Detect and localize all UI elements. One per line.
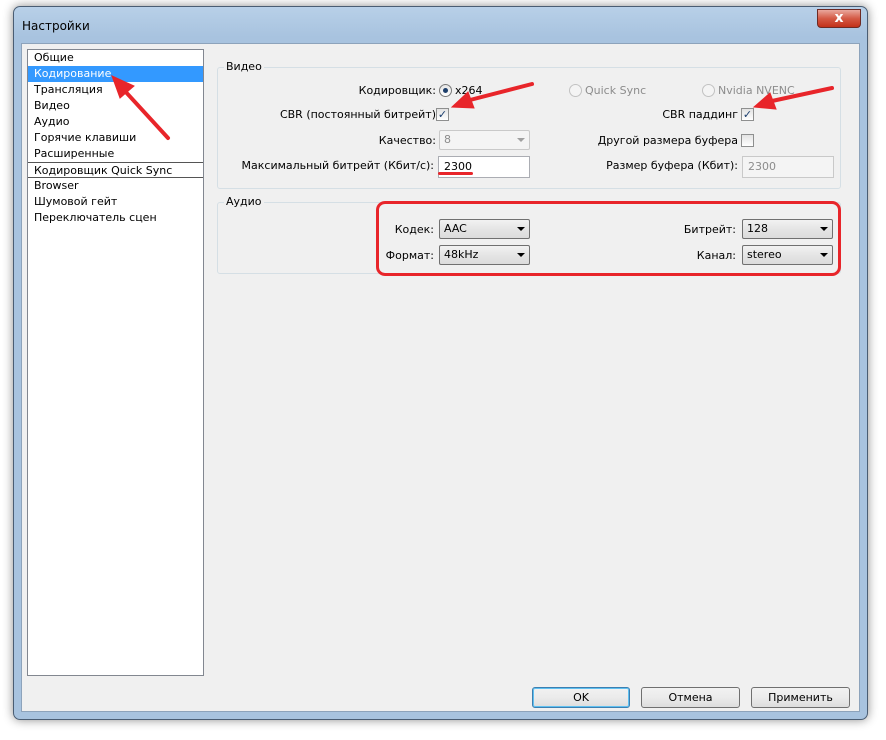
close-button[interactable]: x: [817, 9, 861, 28]
cbr-label: CBR (постоянный битрейт): [279, 108, 436, 121]
sidebar-item-browser[interactable]: Browser: [28, 178, 203, 194]
nvenc-radio-label: Nvidia NVENC: [718, 84, 795, 97]
sidebar-item-advanced[interactable]: Расширенные: [28, 146, 203, 162]
max-bitrate-annotation-underline: [438, 172, 473, 175]
cbr-padding-label: CBR паддинг: [662, 108, 738, 121]
sidebar-item-scene-switcher[interactable]: Переключатель сцен: [28, 210, 203, 226]
audio-annotation-frame: [376, 201, 841, 276]
quick-sync-radio-label: Quick Sync: [585, 84, 647, 97]
sidebar-item-broadcast[interactable]: Трансляция: [28, 82, 203, 98]
custom-buffer-checkbox[interactable]: [741, 134, 754, 147]
sidebar-item-noise-gate[interactable]: Шумовой гейт: [28, 194, 203, 210]
chevron-down-icon: [517, 138, 525, 142]
sidebar-item-encoding[interactable]: Кодирование: [28, 66, 203, 82]
encoder-label: Кодировщик:: [358, 84, 436, 97]
apply-button[interactable]: Применить: [751, 687, 850, 708]
sidebar-item-hotkeys[interactable]: Горячие клавиши: [28, 130, 203, 146]
quality-label: Качество:: [378, 134, 436, 147]
nvenc-radio: [702, 84, 715, 97]
buffer-size-input: 2300: [742, 156, 834, 178]
client-area: Общие Кодирование Трансляция Видео Аудио…: [21, 43, 860, 712]
sidebar-item-general[interactable]: Общие: [28, 50, 203, 66]
audio-group-legend: Аудио: [224, 195, 264, 208]
window-title: Настройки: [22, 19, 90, 33]
sidebar-item-quick-sync[interactable]: Кодировщик Quick Sync: [28, 162, 203, 178]
cbr-checkbox[interactable]: ✓: [436, 108, 449, 121]
cancel-button[interactable]: Отмена: [641, 687, 740, 708]
settings-window: Настройки x Общие Кодирование Трансляция…: [13, 6, 868, 720]
max-bitrate-label: Максимальный битрейт (Кбит/с):: [241, 159, 434, 172]
sidebar-item-audio[interactable]: Аудио: [28, 114, 203, 130]
settings-category-list: Общие Кодирование Трансляция Видео Аудио…: [27, 49, 204, 676]
x264-radio[interactable]: [439, 84, 452, 97]
ok-button[interactable]: OK: [532, 687, 630, 708]
video-group-legend: Видео: [224, 60, 264, 73]
quick-sync-radio: [569, 84, 582, 97]
buffer-size-label: Размер буфера (Кбит):: [606, 159, 738, 172]
cbr-padding-checkbox[interactable]: ✓: [741, 108, 754, 121]
x264-radio-label: x264: [455, 84, 483, 97]
title-bar[interactable]: Настройки x: [14, 7, 867, 43]
custom-buffer-label: Другой размера буфера: [597, 134, 738, 147]
quality-select: 8: [439, 130, 530, 150]
quality-value: 8: [444, 133, 451, 146]
sidebar-item-video[interactable]: Видео: [28, 98, 203, 114]
